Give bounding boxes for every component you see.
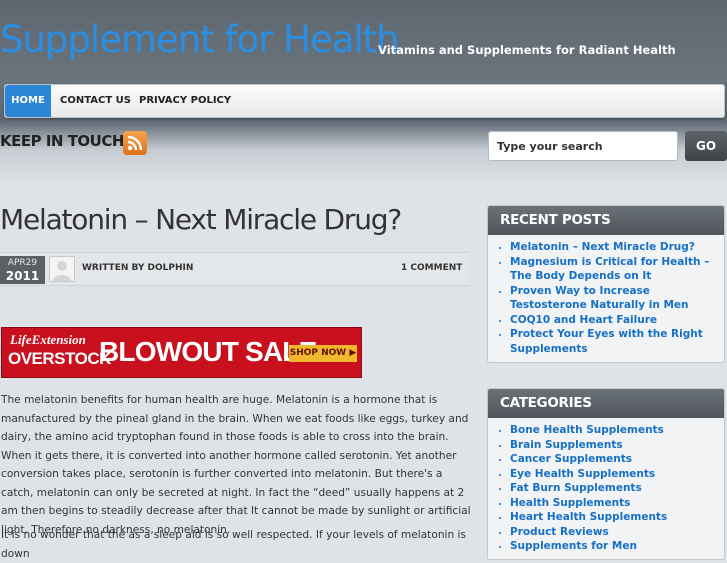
banner-headline: BLOWOUT SALE <box>99 336 317 367</box>
category-link[interactable]: Bone Health Supplements <box>510 423 718 438</box>
post-comments-link[interactable]: 1 COMMENT <box>401 263 462 273</box>
category-link[interactable]: Health Supplements <box>510 496 718 511</box>
search-go-button[interactable]: GO <box>685 131 727 161</box>
recent-post-link[interactable]: COQ10 and Heart Failure <box>510 313 718 328</box>
post-meta-bar: APR29 2011 WRITTEN BY DOLPHIN 1 COMMENT <box>0 252 469 286</box>
widget-title: RECENT POSTS <box>488 206 724 235</box>
recent-post-link[interactable]: Melatonin – Next Miracle Drug? <box>510 240 718 255</box>
widget-title: CATEGORIES <box>488 389 724 418</box>
banner-overstock: OVERSTOCK <box>8 349 111 368</box>
post-author[interactable]: WRITTEN BY DOLPHIN <box>82 263 193 273</box>
rss-icon[interactable] <box>123 131 147 155</box>
category-link[interactable]: Cancer Supplements <box>510 452 718 467</box>
nav-item-home[interactable]: HOME <box>5 85 51 117</box>
recent-posts-widget: RECENT POSTS Melatonin – Next Miracle Dr… <box>487 205 725 363</box>
category-link[interactable]: Product Reviews <box>510 525 718 540</box>
category-link[interactable]: Eye Health Supplements <box>510 467 718 482</box>
post-title[interactable]: Melatonin – Next Miracle Drug? <box>0 203 402 236</box>
category-link[interactable]: Supplements for Men <box>510 539 718 554</box>
post-date-month-day: APR29 <box>7 258 38 268</box>
recent-post-link[interactable]: Magnesium is Critical for Health – The B… <box>510 255 718 284</box>
search-input[interactable] <box>488 131 678 161</box>
category-link[interactable]: Brain Supplements <box>510 438 718 453</box>
nav-item-privacy-policy[interactable]: PRIVACY POLICY <box>139 85 231 117</box>
recent-post-link[interactable]: Proven Way to Increase Testosterone Natu… <box>510 284 718 313</box>
recent-post-link[interactable]: Protect Your Eyes with the Right Supplem… <box>510 327 718 356</box>
post-date-badge: APR29 2011 <box>0 256 45 284</box>
banner-shop-now-button[interactable]: SHOP NOW ▶ <box>289 345 357 362</box>
category-link[interactable]: Heart Health Supplements <box>510 510 718 525</box>
main-navigation: HOME CONTACT US PRIVACY POLICY <box>4 84 725 118</box>
keep-in-touch-title: KEEP IN TOUCH <box>0 132 124 150</box>
author-avatar <box>49 256 75 282</box>
category-link[interactable]: Fat Burn Supplements <box>510 481 718 496</box>
lifeextension-ad-banner[interactable]: LifeExtension OVERSTOCK BLOWOUT SALE SHO… <box>1 327 362 378</box>
banner-brand: LifeExtension <box>10 332 86 347</box>
categories-widget: CATEGORIES Bone Health Supplements Brain… <box>487 388 725 560</box>
post-date-year: 2011 <box>5 269 40 283</box>
site-title[interactable]: Supplement for Health <box>0 18 400 61</box>
site-tagline: Vitamins and Supplements for Radiant Hea… <box>378 43 676 57</box>
post-paragraph: The melatonin benefits for human health … <box>1 394 471 536</box>
nav-item-contact-us[interactable]: CONTACT US <box>60 85 131 117</box>
